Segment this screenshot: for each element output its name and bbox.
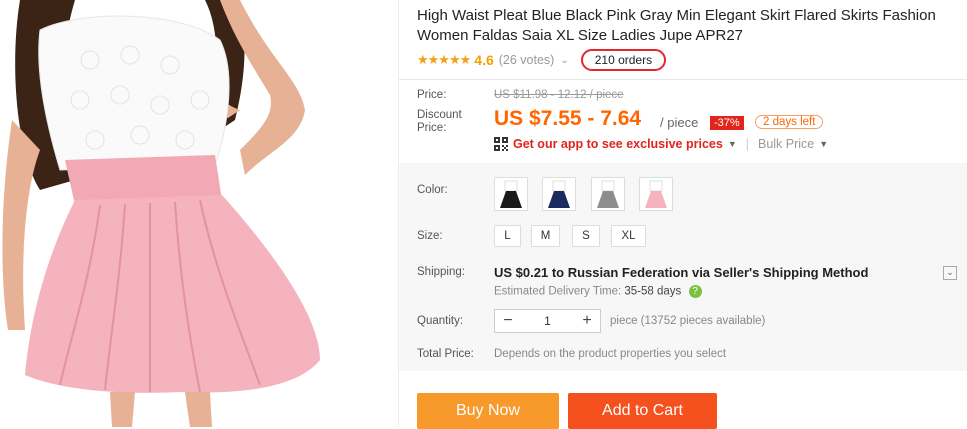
size-option-m[interactable]: M [531, 225, 560, 247]
size-option-s[interactable]: S [572, 225, 600, 247]
gray-skirt-thumbnail [597, 180, 619, 208]
add-to-cart-button[interactable]: Add to Cart [568, 393, 717, 429]
color-swatch-pink[interactable] [639, 177, 673, 211]
quantity-label: Quantity: [417, 315, 464, 327]
product-image[interactable] [0, 0, 399, 427]
decrease-quantity-button[interactable]: − [495, 312, 521, 330]
product-info-panel: High Waist Pleat Blue Black Pink Gray Mi… [399, 0, 967, 429]
days-left-badge: 2 days left [755, 115, 824, 129]
color-swatch-black[interactable] [494, 177, 528, 211]
quantity-input[interactable]: 1 [521, 314, 574, 328]
divider [399, 79, 967, 80]
qr-code-icon [494, 137, 508, 151]
bulk-price-link[interactable]: Bulk Price [758, 137, 814, 151]
size-option-xl[interactable]: XL [611, 225, 646, 247]
estimated-delivery: Estimated Delivery Time: 35-58 days ? [494, 285, 702, 298]
shipping-destination: to Russian Federation via Seller's Shipp… [551, 265, 869, 280]
price-unit: / piece [660, 115, 699, 130]
size-label: Size: [417, 230, 443, 242]
dropdown-arrow-icon[interactable]: ▼ [819, 139, 828, 149]
chevron-down-icon[interactable]: ⌄ [560, 55, 568, 66]
app-promo-link[interactable]: Get our app to see exclusive prices [513, 137, 723, 151]
discount-price: US $7.55 - 7.64 [494, 107, 642, 130]
color-swatch-gray[interactable] [591, 177, 625, 211]
app-promo-row: Get our app to see exclusive prices ▼ | … [494, 137, 828, 151]
quantity-stepper: − 1 + [494, 309, 601, 333]
estimated-delivery-value: 35-58 days [624, 285, 682, 298]
black-skirt-thumbnail [500, 180, 522, 208]
product-photo-illustration [0, 0, 398, 427]
quantity-available: piece (13752 pieces available) [610, 315, 766, 327]
orders-count: 210 orders [580, 49, 667, 71]
color-swatch-blue[interactable] [542, 177, 576, 211]
dropdown-arrow-icon[interactable]: ▼ [728, 139, 737, 149]
product-title: High Waist Pleat Blue Black Pink Gray Mi… [417, 7, 936, 44]
size-option-l[interactable]: L [494, 225, 521, 247]
votes-count[interactable]: (26 votes) [499, 53, 555, 67]
original-price: US $11.98 - 12.12 / piece [494, 89, 624, 101]
rating-value: 4.6 [474, 52, 494, 68]
discount-badge: -37% [710, 116, 744, 130]
estimated-delivery-label: Estimated Delivery Time: [494, 285, 622, 298]
help-icon[interactable]: ? [688, 285, 702, 298]
star-rating-icon: ★★★★★ [417, 52, 471, 67]
pink-skirt-thumbnail [645, 180, 667, 208]
total-price-label: Total Price: [417, 348, 474, 360]
separator: | [745, 137, 749, 151]
price-label: Price: [417, 89, 447, 101]
shipping-dropdown-icon[interactable]: ⌄ [943, 266, 957, 280]
shipping-cost: US $0.21 [494, 265, 549, 280]
shipping-info: US $0.21 to Russian Federation via Selle… [494, 265, 868, 280]
blue-skirt-thumbnail [548, 180, 570, 208]
buy-now-button[interactable]: Buy Now [417, 393, 559, 429]
shipping-label: Shipping: [417, 266, 465, 278]
total-price-value: Depends on the product properties you se… [494, 348, 727, 360]
rating-row: ★★★★★ 4.6 (26 votes) ⌄ 210 orders [417, 49, 667, 71]
color-label: Color: [417, 184, 448, 196]
increase-quantity-button[interactable]: + [574, 312, 600, 330]
discount-price-label: Discount Price: [417, 109, 462, 134]
